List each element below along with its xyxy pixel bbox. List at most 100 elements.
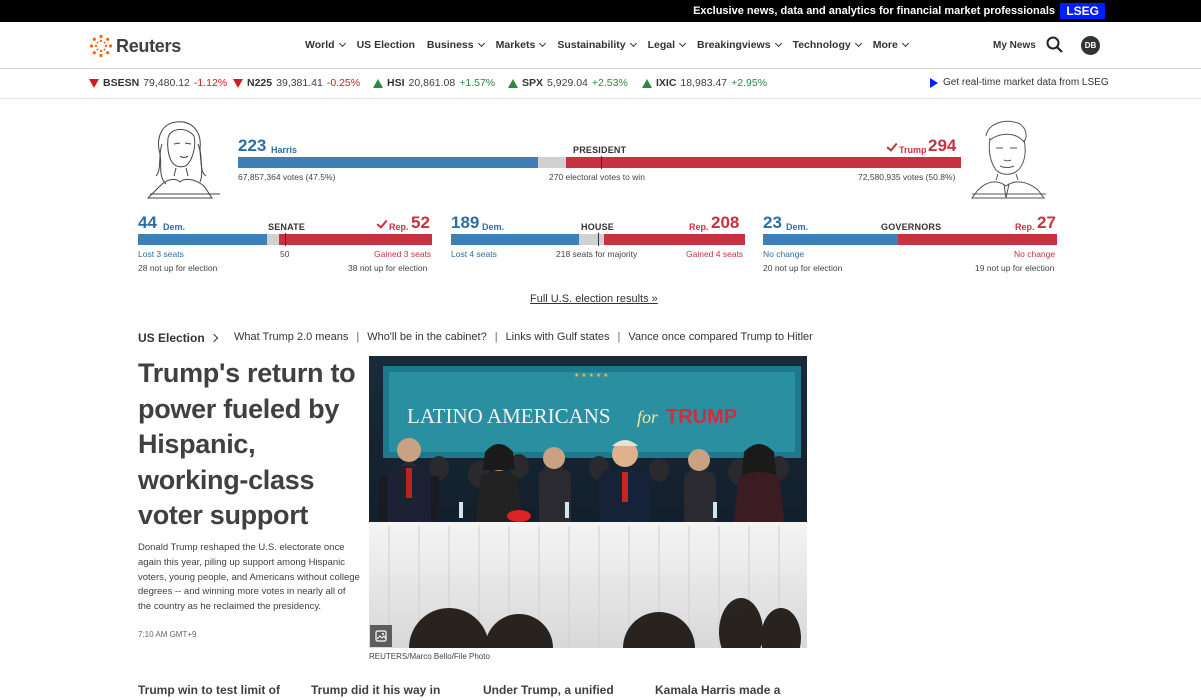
election-topic-link-4[interactable]: Vance once compared Trump to Hitler [628, 331, 812, 343]
governors-rep-label: Rep. [1015, 222, 1035, 232]
nav-item-label: Business [426, 39, 474, 51]
house-label: HOUSE [581, 222, 615, 232]
main-headline[interactable]: Trump's return to power fueled by Hispan… [138, 356, 358, 534]
governors-dem-note: 20 not up for election [763, 263, 843, 273]
photo-banner-text-1: LATINO AMERICANS [407, 404, 611, 428]
story-summary: Donald Trump reshaped the U.S. electorat… [138, 542, 360, 613]
teaser-headline-1[interactable]: Trump win to test limit of [138, 683, 280, 697]
nav-item-us-election[interactable]: US Election [357, 39, 415, 51]
nav-item-label: Sustainability [557, 39, 626, 51]
teaser-headline-3[interactable]: Under Trump, a unified [483, 683, 614, 697]
election-topic-link-3[interactable]: Links with Gulf states [506, 331, 610, 343]
user-avatar[interactable]: DB [1081, 36, 1100, 55]
lseg-badge[interactable]: LSEG [1060, 3, 1105, 19]
ticker-item-spx[interactable]: SPX 5,929.04 +2.53% [508, 77, 628, 89]
election-topic-link-1[interactable]: What Trump 2.0 means [234, 331, 348, 343]
nav-item-business[interactable]: Business [426, 39, 485, 51]
top-banner: Exclusive news, data and analytics for f… [0, 0, 1201, 22]
harris-electoral-count: 223 [238, 136, 267, 155]
president-majority-line [601, 156, 602, 169]
ticker-change: -0.25% [326, 77, 361, 89]
ticker-value: 20,861.08 [408, 77, 456, 89]
link-separator: | [356, 331, 360, 343]
photo-banner-text-3: TRUMP [666, 406, 737, 428]
trump-name: Trump [899, 145, 927, 155]
teaser-headline-4[interactable]: Kamala Harris made a [655, 683, 780, 697]
chevron-down-icon [774, 39, 782, 48]
lseg-link-text: Get real-time market data from LSEG [943, 77, 1109, 88]
ticker-item-bsesn[interactable]: BSESN 79,480.12 -1.12% [89, 77, 227, 89]
nav-item-legal[interactable]: Legal [647, 39, 687, 51]
governors-dem-change: No change [763, 249, 805, 259]
market-ticker: BSESN 79,480.12 -1.12% N225 39,381.41 -0.25% H… [0, 70, 1201, 99]
reuters-logo[interactable]: Reuters [89, 34, 181, 58]
trump-portrait-illustration [971, 120, 1046, 199]
governors-bar-dem-segment [763, 234, 898, 245]
nav-item-label: Technology [792, 39, 851, 51]
ticker-symbol: SPX [522, 77, 544, 89]
ticker-symbol: BSESN [103, 77, 140, 89]
ticker-value: 18,983.47 [680, 77, 728, 89]
trump-popular-votes: 72,580,935 votes (50.8%) [858, 172, 956, 182]
senate-rep-note: 38 not up for election [348, 263, 428, 273]
senate-winner-check-icon [376, 217, 388, 229]
ticker-item-ixic[interactable]: IXIC 18,983.47 +2.95% [642, 77, 767, 89]
governors-rep-change: No change [1014, 249, 1056, 259]
nav-item-label: Breakingviews [697, 39, 771, 51]
ticker-change: -1.12% [193, 77, 228, 89]
nav-item-label: World [305, 39, 335, 51]
photo-banner-text-2: for [637, 407, 659, 427]
link-separator: | [617, 331, 621, 343]
banner-text[interactable]: Exclusive news, data and analytics for f… [693, 5, 1055, 17]
senate-majority-mark: 50 [280, 249, 290, 259]
house-dem-label: Dem. [482, 222, 505, 232]
nav-item-breakingviews[interactable]: Breakingviews [697, 39, 782, 51]
ticker-value: 5,929.04 [547, 77, 588, 89]
house-dem-change: Lost 4 seats [451, 249, 497, 259]
arrow-down-icon [233, 78, 243, 88]
senate-dem-count: 44 [138, 213, 157, 232]
president-bar-dem-segment [238, 157, 538, 168]
nav-item-sustainability[interactable]: Sustainability [557, 39, 637, 51]
ticker-item-n225[interactable]: N225 39,381.41 -0.25% [233, 77, 360, 89]
election-topic-link-2[interactable]: Who'll be in the cabinet? [367, 331, 487, 343]
teaser-headline-2[interactable]: Trump did it his way in [311, 683, 440, 697]
full-results-link[interactable]: Full U.S. election results » [530, 293, 658, 305]
senate-rep-label: Rep. [389, 222, 409, 232]
chevron-down-icon [629, 39, 637, 48]
nav-item-technology[interactable]: Technology [792, 39, 862, 51]
harris-name: Harris [271, 145, 298, 155]
house-majority-line [598, 233, 599, 246]
harris-portrait-illustration [146, 121, 220, 199]
us-election-section-link[interactable]: US Election [138, 331, 218, 345]
nav-item-label: Markets [495, 39, 536, 51]
nav-item-label: More [872, 39, 898, 51]
site-header: Reuters World US Election Business Markets S… [0, 22, 1201, 69]
my-news-link[interactable]: My News [993, 40, 1036, 51]
governors-rep-count: 27 [1037, 213, 1056, 232]
story-photo[interactable]: ★ ★ ★ ★ ★ LATINO AMERICANS for TRUMP [369, 356, 807, 648]
photo-caption: REUTERS/Marco Bello/File Photo [369, 652, 490, 661]
nav-item-more[interactable]: More [872, 39, 909, 51]
president-label: PRESIDENT [573, 145, 627, 155]
house-rep-label: Rep. [689, 222, 709, 232]
trump-electoral-count: 294 [928, 136, 957, 155]
lseg-market-data-link[interactable]: Get real-time market data from LSEG [930, 77, 1109, 88]
ticker-item-hsi[interactable]: HSI 20,861.08 +1.57% [373, 77, 495, 89]
ticker-change: +2.53% [591, 77, 628, 89]
chevron-down-icon [678, 39, 687, 48]
us-election-title: US Election [138, 331, 205, 345]
arrow-up-icon [508, 78, 518, 88]
nav-item-label: Legal [647, 39, 676, 51]
president-bar-uncalled-segment [538, 157, 566, 168]
chevron-down-icon [539, 39, 547, 48]
nav-item-world[interactable]: World [305, 39, 346, 51]
nav-item-markets[interactable]: Markets [495, 39, 547, 51]
image-gallery-icon[interactable] [370, 625, 392, 647]
reuters-logo-icon [89, 34, 113, 58]
senate-bar-dem-segment [138, 234, 267, 245]
search-icon[interactable] [1046, 36, 1063, 53]
house-bar-uncalled-segment [579, 234, 604, 245]
governors-dem-label: Dem. [786, 222, 809, 232]
governors-bar-rep-segment [898, 234, 1057, 245]
